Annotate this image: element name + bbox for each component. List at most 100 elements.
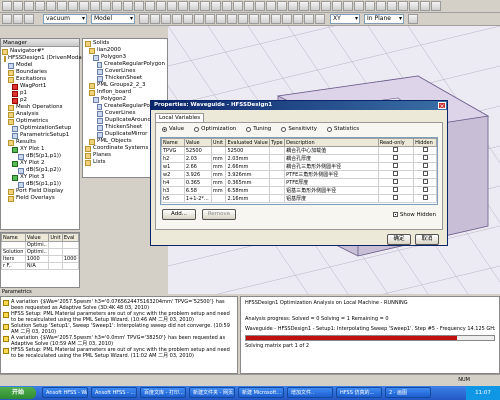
tree-item[interactable]: XY Plot 3 [2, 174, 78, 181]
mirror-icon[interactable] [249, 14, 259, 24]
tree-item[interactable]: dB(S(p1,p1)) [2, 153, 78, 160]
view-icon[interactable] [408, 14, 418, 24]
message-item[interactable]: A variation {$Wa='2057.5pwsm' h3='0.0765… [3, 299, 235, 311]
variable-row[interactable]: h2 2.03 mm 2.03mm 耦合孔厚度 [161, 154, 437, 163]
rotate-icon[interactable] [271, 14, 281, 24]
tree-item[interactable]: Navigator#* [2, 48, 78, 55]
model-select[interactable]: Model [91, 14, 135, 24]
subtract-icon[interactable] [216, 14, 226, 24]
tree-item[interactable]: Model [2, 62, 78, 69]
sphere-icon[interactable] [200, 1, 210, 11]
grid-icon[interactable] [365, 1, 375, 11]
taskbar-button[interactable]: HFSS 仿真的... [336, 387, 382, 398]
taskbar-button[interactable]: Ansoft HFSS - ... [91, 387, 137, 398]
dialog-close-button[interactable]: × [438, 102, 446, 110]
open-icon[interactable] [13, 14, 23, 24]
message-item[interactable]: HFSS Setup: PML Material parameters are … [3, 311, 235, 323]
tree-item[interactable]: Optimetrics [2, 118, 78, 125]
draw-box-icon[interactable] [161, 14, 171, 24]
hidden-checkbox[interactable] [422, 147, 428, 152]
draw-cylinder-icon[interactable] [172, 14, 182, 24]
variable-row[interactable]: w2 3.926 mm 3.926mm PTFE三角形外侧圆半径 [161, 170, 437, 179]
wire-icon[interactable] [398, 1, 408, 11]
read-only-checkbox[interactable] [393, 155, 399, 160]
snap-icon[interactable] [354, 1, 364, 11]
draw-arc-icon[interactable] [150, 14, 160, 24]
column-header[interactable]: Name [161, 138, 185, 147]
rotate2-icon[interactable] [321, 1, 331, 11]
parametrics-tab[interactable]: Parametrics [2, 288, 42, 296]
coord-select[interactable]: XY [330, 14, 360, 24]
view-icon[interactable] [376, 1, 386, 11]
read-only-checkbox[interactable] [393, 171, 399, 176]
shade-icon[interactable] [387, 1, 397, 11]
taskbar-button[interactable]: 2 · 画图 [385, 387, 431, 398]
grid-icon[interactable] [304, 14, 314, 24]
split-icon[interactable] [227, 14, 237, 24]
unite-icon[interactable] [244, 1, 254, 11]
draw-sphere-icon[interactable] [183, 14, 193, 24]
show-hidden-checkbox[interactable] [392, 212, 398, 217]
select-icon[interactable] [156, 1, 166, 11]
table-row[interactable]: Solution Optimi.. [1, 248, 80, 256]
pan-icon[interactable] [123, 1, 133, 11]
new-icon[interactable] [2, 14, 12, 24]
axis-icon[interactable] [315, 14, 325, 24]
ruler-icon[interactable] [431, 1, 441, 11]
read-only-checkbox[interactable] [393, 163, 399, 168]
tree-item[interactable]: Field Overlays [2, 195, 78, 202]
column-header[interactable]: Value [24, 233, 50, 242]
hidden-checkbox[interactable] [422, 171, 428, 176]
hidden-checkbox[interactable] [422, 155, 428, 160]
column-header[interactable]: Type [269, 138, 286, 147]
save-icon[interactable] [24, 1, 34, 11]
help-icon[interactable] [101, 1, 111, 11]
unite-icon[interactable] [205, 14, 215, 24]
axes-icon[interactable] [420, 1, 430, 11]
duplicate-icon[interactable] [332, 1, 342, 11]
radio-tuning[interactable]: Tuning [246, 126, 271, 132]
table-row[interactable]: Iters 1000 1000 [1, 255, 80, 263]
column-header[interactable]: Unit [48, 233, 63, 242]
subtract-icon[interactable] [255, 1, 265, 11]
fit-icon[interactable] [145, 1, 155, 11]
taskbar-button[interactable]: 新建 Microsoft... [238, 387, 284, 398]
table-cell[interactable]: 6.58 [183, 186, 212, 195]
sweep-icon[interactable] [288, 1, 298, 11]
tree-item[interactable]: lian2000 [85, 47, 165, 54]
hidden-checkbox[interactable] [422, 187, 428, 192]
duplicate-icon[interactable] [282, 14, 292, 24]
move-icon[interactable] [310, 1, 320, 11]
column-header[interactable]: Hidden [413, 138, 437, 147]
tree-item[interactable]: Polygon3 [85, 54, 165, 61]
print-icon[interactable] [90, 1, 100, 11]
mirror-icon[interactable] [299, 1, 309, 11]
tree-item[interactable]: ParametricSetup1 [2, 132, 78, 139]
save-icon[interactable] [24, 14, 34, 24]
move-icon[interactable] [260, 14, 270, 24]
open-icon[interactable] [13, 1, 23, 11]
table-cell[interactable]: 1+1-2*... [183, 194, 212, 203]
line-icon[interactable] [211, 1, 221, 11]
cut-icon[interactable] [35, 1, 45, 11]
column-header[interactable]: Eval [61, 233, 80, 242]
light-icon[interactable] [409, 1, 419, 11]
tree-item[interactable]: Port Field Display [2, 188, 78, 195]
tree-item[interactable]: Results [2, 139, 78, 146]
variable-row[interactable]: TPVG 52500 52500 耦合孔中心加载值 [161, 146, 437, 155]
radio-value[interactable]: Value [162, 126, 184, 132]
rotate-icon[interactable] [134, 1, 144, 11]
tree-item[interactable]: CreateRegularPolygon [85, 61, 165, 68]
hidden-checkbox[interactable] [422, 195, 428, 200]
tree-item[interactable]: p2 [2, 97, 78, 104]
cylinder-icon[interactable] [189, 1, 199, 11]
tree-item[interactable]: XY Plot 2 [2, 160, 78, 167]
read-only-checkbox[interactable] [393, 179, 399, 184]
read-only-checkbox[interactable] [393, 195, 399, 200]
start-button[interactable]: 开始 [0, 387, 36, 399]
table-row[interactable]: Optimi.. [1, 241, 80, 249]
taskbar-button[interactable]: 百度文库 - 打印... [140, 387, 186, 398]
plane-select[interactable]: In Plane [364, 14, 404, 24]
intersect-icon[interactable] [266, 1, 276, 11]
column-header[interactable]: Read-only [377, 138, 415, 147]
